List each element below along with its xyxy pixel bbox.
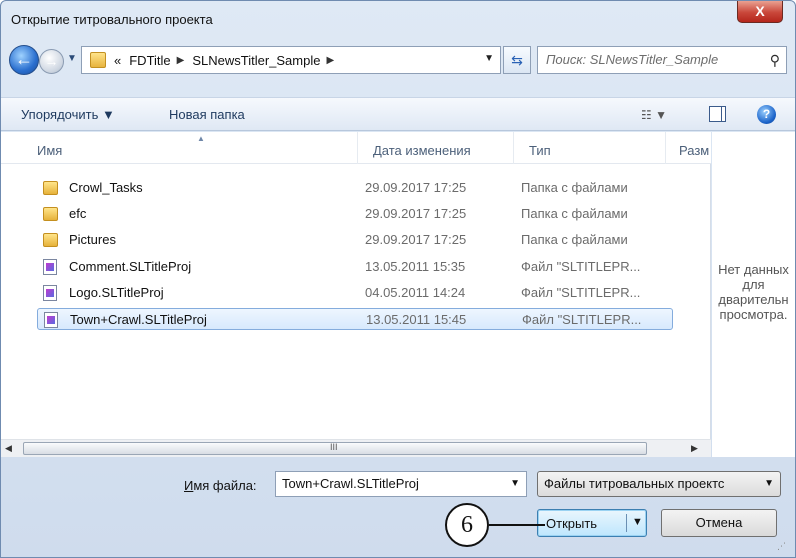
breadcrumb-overflow[interactable]: « (114, 53, 121, 68)
file-type: Файл "SLTITLEPR... (522, 312, 642, 327)
command-toolbar: Упорядочить ▼ Новая папка ☷ ▼ ? (1, 97, 795, 131)
preview-line: просмотра. (719, 307, 788, 322)
filetype-value: Файлы титровальных проектс (544, 476, 725, 491)
file-type: Файл "SLTITLEPR... (521, 285, 641, 300)
column-date[interactable]: Дата изменения (373, 143, 471, 158)
list-item[interactable]: efc 29.09.2017 17:25 Папка с файлами (37, 203, 673, 225)
file-type: Папка с файлами (521, 232, 628, 247)
file-date: 04.05.2011 14:24 (365, 285, 466, 300)
filename-label-text: мя файла: (193, 478, 257, 493)
folder-icon (43, 233, 58, 247)
filetype-dropdown-icon[interactable]: ▼ (764, 472, 774, 496)
file-name: Crowl_Tasks (69, 180, 143, 195)
list-item[interactable]: Crowl_Tasks 29.09.2017 17:25 Папка с фай… (37, 177, 673, 199)
breadcrumb-sample[interactable]: SLNewsTitler_Sample (192, 53, 320, 68)
breadcrumb-separator-icon[interactable]: ▶ (326, 55, 334, 66)
callout-leader-line (489, 524, 545, 526)
file-date: 29.09.2017 17:25 (365, 180, 467, 195)
list-item-selected[interactable]: Town+Crawl.SLTitleProj 13.05.2011 15:45 … (37, 308, 673, 330)
breadcrumb-separator-icon[interactable]: ▶ (177, 55, 185, 66)
open-button-label: Открыть (546, 516, 598, 531)
project-file-icon (43, 259, 57, 275)
column-size[interactable]: Разм (679, 143, 709, 158)
filename-input[interactable]: Town+Crawl.SLTitleProj ▼ (275, 471, 527, 497)
open-file-dialog: Открытие титровального проекта X ← → ▼ «… (0, 0, 796, 558)
filename-label: Имя файла: (184, 478, 257, 493)
scroll-thumb[interactable]: III (23, 442, 647, 455)
preview-line: для (742, 277, 765, 292)
folder-icon (43, 207, 58, 221)
filename-dropdown-icon[interactable]: ▼ (510, 472, 520, 496)
column-name[interactable]: Имя (37, 143, 62, 158)
search-icon[interactable]: ⚲ (770, 47, 780, 73)
file-name: efc (69, 206, 87, 221)
file-type: Файл "SLTITLEPR... (521, 259, 641, 274)
breadcrumb-fdtitle[interactable]: FDTitle (129, 53, 170, 68)
view-options-icon[interactable]: ☷ ▼ (641, 108, 667, 122)
file-date: 29.09.2017 17:25 (365, 206, 467, 221)
cancel-button[interactable]: Отмена (661, 509, 777, 537)
project-file-icon (43, 285, 57, 301)
column-type[interactable]: Тип (529, 143, 551, 158)
folder-icon (43, 181, 58, 195)
navigation-bar: ← → ▼ « FDTitle ▶ SLNewsTitler_Sample ▶ … (1, 45, 795, 79)
window-title: Открытие титровального проекта (11, 12, 213, 27)
address-bar[interactable]: « FDTitle ▶ SLNewsTitler_Sample ▶ ▼ (81, 46, 501, 74)
list-item[interactable]: Comment.SLTitleProj 13.05.2011 15:35 Фай… (37, 256, 673, 278)
sort-arrow-icon: ▲ (197, 134, 205, 143)
title-bar: Открытие титровального проекта X (1, 1, 795, 33)
preview-message: Нет данных для дварительн просмотра. (712, 262, 795, 322)
scroll-grip: III (330, 442, 338, 452)
help-icon[interactable]: ? (757, 105, 776, 124)
file-name: Logo.SLTitleProj (69, 285, 164, 300)
new-folder-button[interactable]: Новая папка (169, 107, 245, 122)
preview-pane-icon[interactable] (709, 106, 726, 122)
refresh-button[interactable]: ⇆ (503, 46, 531, 74)
search-input[interactable]: Поиск: SLNewsTitler_Sample ⚲ (537, 46, 787, 74)
organize-button[interactable]: Упорядочить ▼ (21, 107, 115, 122)
recent-pages-chevron-icon[interactable]: ▼ (67, 53, 77, 64)
open-dropdown-icon[interactable]: ▼ (632, 516, 643, 528)
file-date: 29.09.2017 17:25 (365, 232, 467, 247)
open-button[interactable]: Открыть ▼ (537, 509, 647, 537)
address-dropdown-icon[interactable]: ▼ (484, 53, 494, 64)
horizontal-scrollbar[interactable]: ◀ III ▶ (1, 439, 711, 457)
file-date: 13.05.2011 15:35 (365, 259, 466, 274)
step-callout: 6 (445, 503, 489, 547)
column-header: ▲ Имя Дата изменения Тип Разм (1, 132, 711, 164)
file-name: Town+Crawl.SLTitleProj (70, 312, 207, 327)
file-name: Pictures (69, 232, 116, 247)
filename-label-accesskey: И (184, 478, 194, 493)
preview-pane: Нет данных для дварительн просмотра. (712, 132, 795, 457)
list-item[interactable]: Logo.SLTitleProj 04.05.2011 14:24 Файл "… (37, 282, 673, 304)
close-button[interactable]: X (737, 1, 783, 23)
scroll-right-icon[interactable]: ▶ (691, 443, 698, 454)
scroll-left-icon[interactable]: ◀ (5, 443, 12, 454)
preview-line: Нет данных (718, 262, 789, 277)
file-name: Comment.SLTitleProj (69, 259, 192, 274)
filetype-select[interactable]: Файлы титровальных проектс ▼ (537, 471, 781, 497)
filename-value: Town+Crawl.SLTitleProj (282, 476, 419, 491)
folder-icon (90, 52, 106, 68)
list-item[interactable]: Pictures 29.09.2017 17:25 Папка с файлам… (37, 229, 673, 251)
back-button[interactable]: ← (9, 45, 39, 75)
file-list: ▲ Имя Дата изменения Тип Разм Crowl_Task… (1, 132, 711, 457)
file-type: Папка с файлами (521, 206, 628, 221)
forward-button[interactable]: → (39, 49, 64, 74)
resize-grip-icon[interactable]: ⋰ (777, 541, 786, 552)
file-date: 13.05.2011 15:45 (366, 312, 467, 327)
preview-line: дварительн (718, 292, 789, 307)
project-file-icon (44, 312, 58, 328)
file-type: Папка с файлами (521, 180, 628, 195)
search-placeholder: Поиск: SLNewsTitler_Sample (546, 52, 719, 67)
